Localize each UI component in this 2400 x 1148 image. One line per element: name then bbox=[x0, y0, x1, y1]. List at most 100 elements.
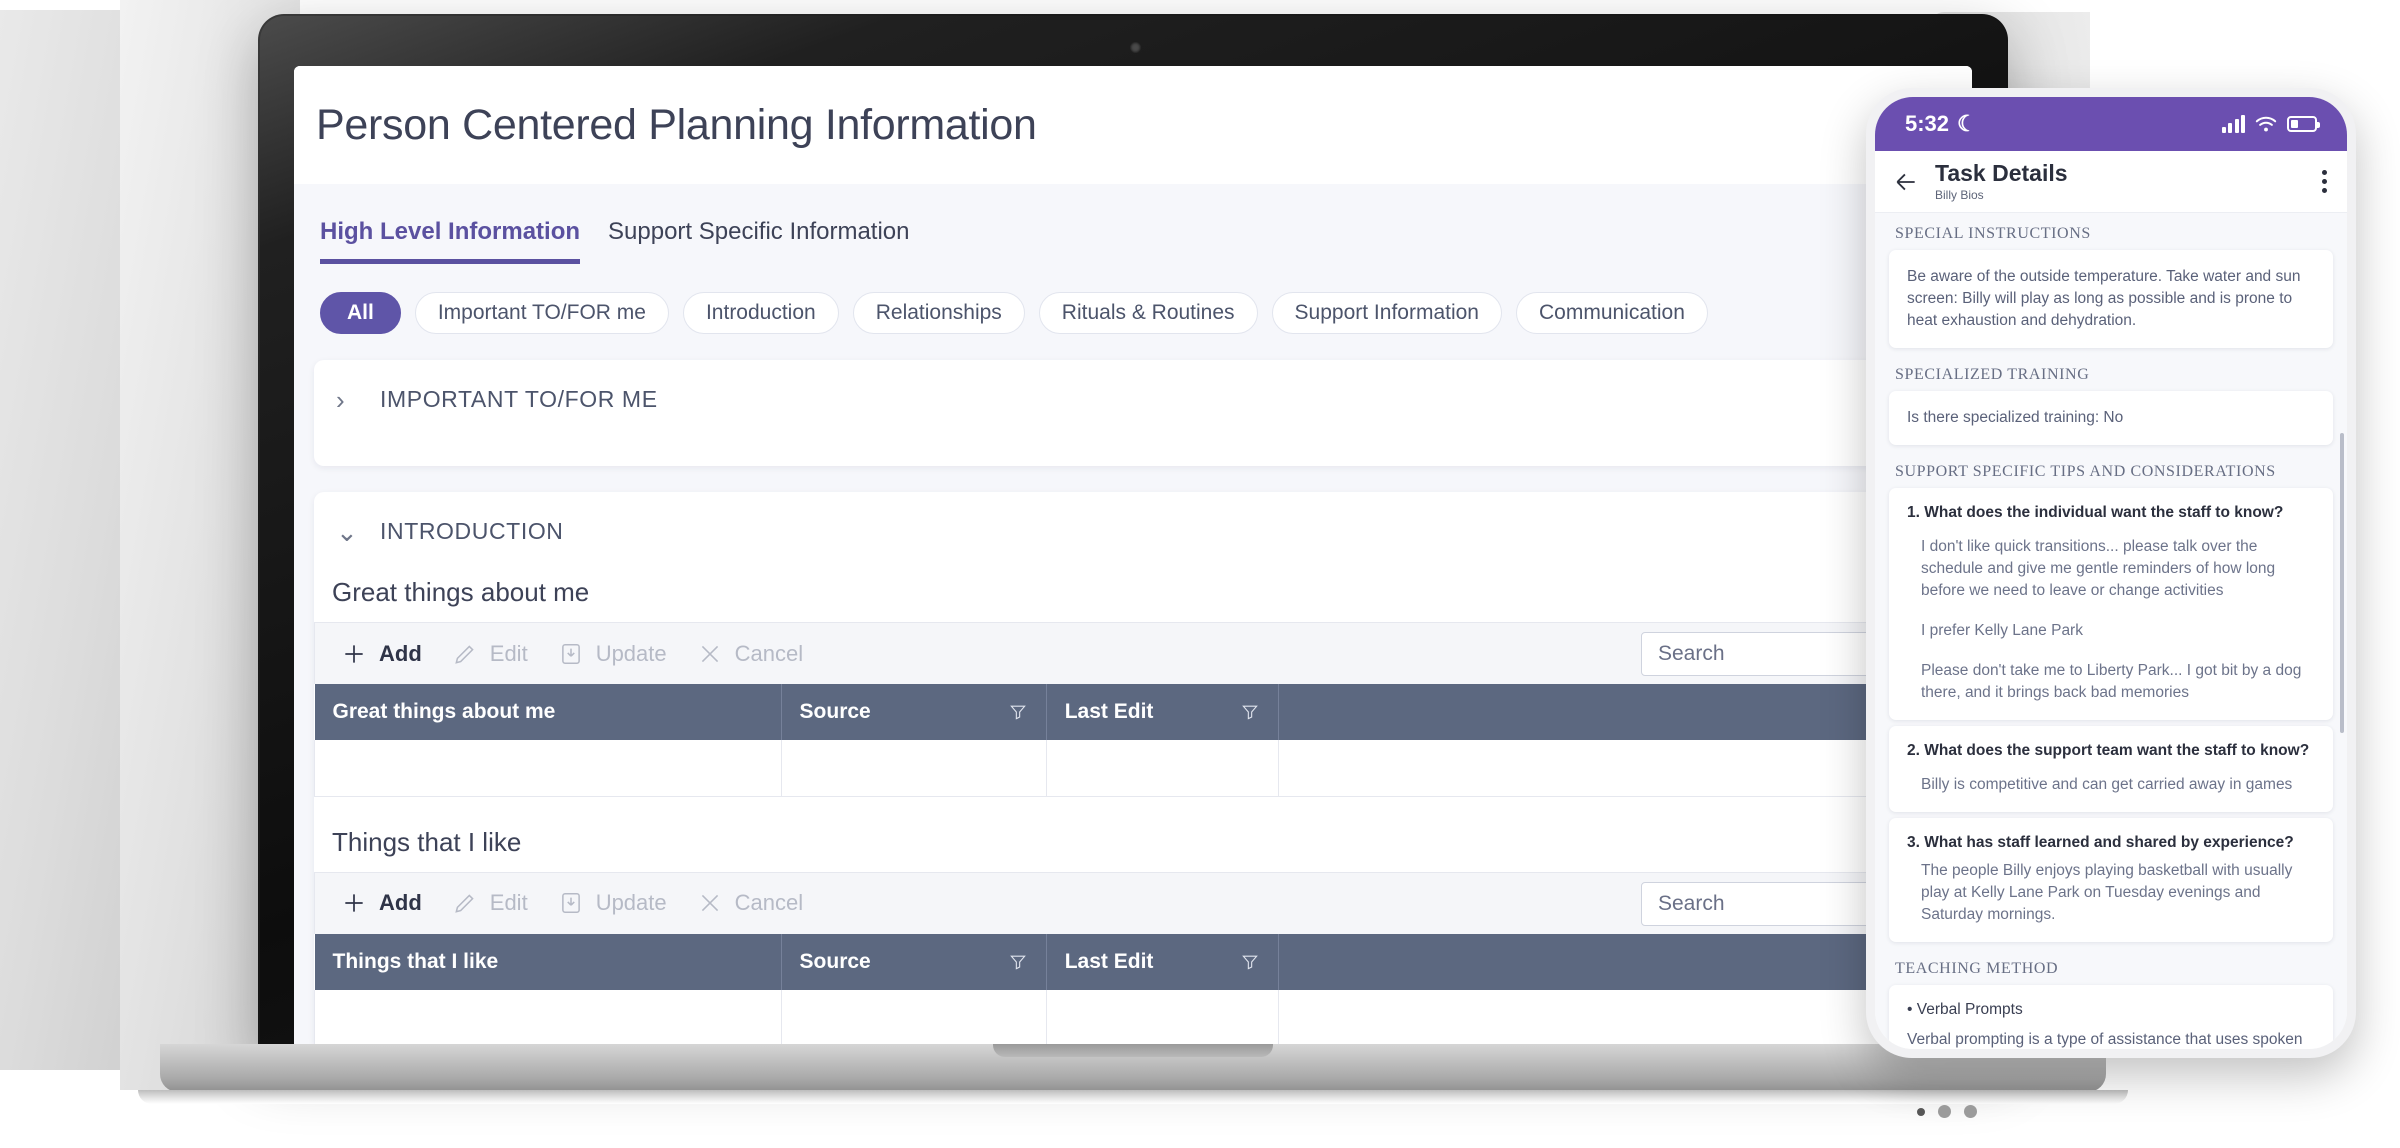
table-header-row: Great things about me Source Last Edit bbox=[314, 684, 1952, 740]
add-button[interactable]: Add bbox=[341, 890, 422, 916]
phone-page-title: Task Details bbox=[1935, 160, 2068, 187]
filter-icon[interactable] bbox=[1008, 702, 1028, 722]
column-header-great-things[interactable]: Great things about me bbox=[314, 684, 782, 740]
chip-rituals-and-routines[interactable]: Rituals & Routines bbox=[1038, 292, 1258, 334]
plus-icon bbox=[345, 644, 363, 663]
card-teaching-method: • Verbal Prompts Verbal prompting is a t… bbox=[1889, 985, 2333, 1049]
bezel-dot bbox=[1964, 1105, 1977, 1118]
overflow-menu-icon[interactable] bbox=[2322, 170, 2327, 193]
table-header-row: Things that I like Source Last Edit bbox=[314, 933, 1952, 990]
grid-toolbar-great-things: Add Edit Update Cancel Search bbox=[314, 622, 1952, 684]
chevron-down-icon: ⌄ bbox=[336, 516, 358, 547]
accordion-header-introduction[interactable]: ⌄ INTRODUCTION bbox=[314, 492, 1952, 571]
grid-great-things-about-me: Great things about me Source Last Edit bbox=[314, 684, 1952, 797]
save-download-icon bbox=[561, 643, 580, 664]
laptop-screen: Person Centered Planning Information Hig… bbox=[294, 66, 1972, 1072]
phone-device: 5:32 ☾ Task Details Billy Bios SPECIAL I… bbox=[1866, 88, 2356, 1058]
filter-icon[interactable] bbox=[1240, 702, 1260, 722]
tip-1-answer-1: I don't like quick transitions... please… bbox=[1921, 538, 2276, 599]
table-cell bbox=[1278, 740, 1952, 797]
pcp-application: Person Centered Planning Information Hig… bbox=[294, 66, 1972, 1072]
cancel-button-label: Cancel bbox=[734, 890, 804, 915]
filter-icon[interactable] bbox=[1008, 952, 1028, 972]
accordion-introduction: ⌄ INTRODUCTION Great things about me Add bbox=[314, 492, 1952, 1050]
laptop-lid: Person Centered Planning Information Hig… bbox=[258, 14, 2008, 1072]
accordion-header-important[interactable]: › IMPORTANT TO/FOR ME bbox=[314, 360, 1952, 439]
tab-high-level-information[interactable]: High Level Information bbox=[320, 218, 581, 264]
chevron-right-icon: › bbox=[336, 384, 345, 415]
edit-button-label: Edit bbox=[489, 890, 528, 915]
chip-communication[interactable]: Communication bbox=[1515, 292, 1708, 334]
grid-things-that-i-like: Things that I like Source Last Edit bbox=[314, 933, 1952, 1046]
close-x-icon bbox=[701, 894, 718, 912]
update-button-label: Update bbox=[595, 890, 667, 915]
signal-icon bbox=[2221, 115, 2245, 133]
chip-important-to-for-me[interactable]: Important TO/FOR me bbox=[414, 292, 669, 334]
bezel-dot bbox=[1938, 1105, 1951, 1118]
chip-relationships[interactable]: Relationships bbox=[852, 292, 1025, 334]
phone-scrollbar[interactable] bbox=[2340, 433, 2344, 733]
column-header-things-i-like[interactable]: Things that I like bbox=[314, 933, 782, 990]
tab-support-specific-information[interactable]: Support Specific Information bbox=[608, 218, 910, 264]
app-titlebar: Person Centered Planning Information bbox=[294, 66, 1972, 184]
tip-3-question: 3. What has staff learned and shared by … bbox=[1907, 834, 2294, 851]
app-body: High Level Information Support Specific … bbox=[294, 184, 1972, 1050]
screenshot-stage: Person Centered Planning Information Hig… bbox=[0, 0, 2400, 1148]
column-header-source[interactable]: Source bbox=[781, 684, 1047, 740]
cancel-button-label: Cancel bbox=[734, 640, 804, 666]
table-cell bbox=[1045, 740, 1280, 797]
phone-content-scroll[interactable]: SPECIAL INSTRUCTIONS Be aware of the out… bbox=[1875, 213, 2347, 1049]
cancel-button[interactable]: Cancel bbox=[697, 641, 803, 667]
section-great-things-about-me: Great things about me Add Edit Update Ca… bbox=[314, 571, 1952, 797]
column-header-actions bbox=[1278, 933, 1952, 990]
battery-icon bbox=[2287, 116, 2320, 132]
webcam-icon bbox=[1130, 42, 1141, 53]
teaching-method-text: Verbal prompting is a type of assistance… bbox=[1907, 1031, 2303, 1048]
laptop-base-notch bbox=[993, 1044, 1273, 1057]
card-tip-1: 1. What does the individual want the sta… bbox=[1889, 488, 2333, 720]
filter-chip-bar: All Important TO/FOR me Introduction Rel… bbox=[314, 264, 1952, 334]
add-button[interactable]: Add bbox=[341, 641, 422, 667]
pencil-icon bbox=[455, 644, 474, 664]
tip-2-question: 2. What does the support team want the s… bbox=[1907, 742, 2310, 759]
card-tip-2: 2. What does the support team want the s… bbox=[1889, 726, 2333, 812]
back-arrow-icon[interactable] bbox=[1893, 169, 1919, 195]
tip-1-answer-2: I prefer Kelly Lane Park bbox=[1921, 622, 2083, 639]
add-button-label: Add bbox=[379, 640, 422, 666]
laptop-device: Person Centered Planning Information Hig… bbox=[138, 14, 2128, 1104]
edit-button[interactable]: Edit bbox=[452, 641, 528, 667]
column-header-last-edit[interactable]: Last Edit bbox=[1046, 684, 1280, 740]
status-bar-left: 5:32 ☾ bbox=[1905, 111, 1977, 137]
section-label-specialized-training: SPECIALIZED TRAINING bbox=[1895, 366, 2090, 383]
cancel-button[interactable]: Cancel bbox=[697, 890, 803, 916]
update-button[interactable]: Update bbox=[558, 641, 667, 667]
laptop-foot bbox=[138, 1090, 2128, 1104]
grid-toolbar-things-i-like: Add Edit Update Cancel Search bbox=[314, 871, 1952, 934]
chip-all[interactable]: All bbox=[320, 292, 401, 334]
specialized-training-text: Is there specialized training: No bbox=[1907, 409, 2124, 426]
plus-icon bbox=[345, 894, 363, 912]
wifi-icon bbox=[2255, 116, 2277, 131]
filter-icon[interactable] bbox=[1240, 952, 1260, 972]
chip-introduction[interactable]: Introduction bbox=[682, 292, 839, 334]
column-header-actions bbox=[1278, 684, 1952, 740]
card-specialized-training: Is there specialized training: No bbox=[1889, 391, 2333, 445]
table-row[interactable] bbox=[314, 740, 1952, 797]
card-tip-3: 3. What has staff learned and shared by … bbox=[1889, 818, 2333, 942]
update-button[interactable]: Update bbox=[558, 890, 667, 916]
card-special-instructions: Be aware of the outside temperature. Tak… bbox=[1889, 250, 2333, 348]
column-header-source-label: Source bbox=[799, 700, 871, 723]
table-row[interactable] bbox=[314, 989, 1952, 1046]
chip-support-information[interactable]: Support Information bbox=[1271, 292, 1502, 334]
page-title: Person Centered Planning Information bbox=[316, 100, 1037, 149]
phone-status-bar: 5:32 ☾ bbox=[1875, 97, 2347, 151]
column-header-source[interactable]: Source bbox=[781, 933, 1047, 990]
tip-2-answer-1: Billy is competitive and can get carried… bbox=[1921, 776, 2293, 793]
tab-bar: High Level Information Support Specific … bbox=[314, 184, 1952, 264]
table-cell bbox=[780, 740, 1047, 797]
save-download-icon bbox=[561, 893, 580, 913]
column-header-last-edit[interactable]: Last Edit bbox=[1046, 933, 1280, 990]
edit-button[interactable]: Edit bbox=[452, 890, 528, 916]
close-x-icon bbox=[701, 645, 718, 662]
teaching-method-bullet: • Verbal Prompts bbox=[1907, 1001, 2023, 1018]
